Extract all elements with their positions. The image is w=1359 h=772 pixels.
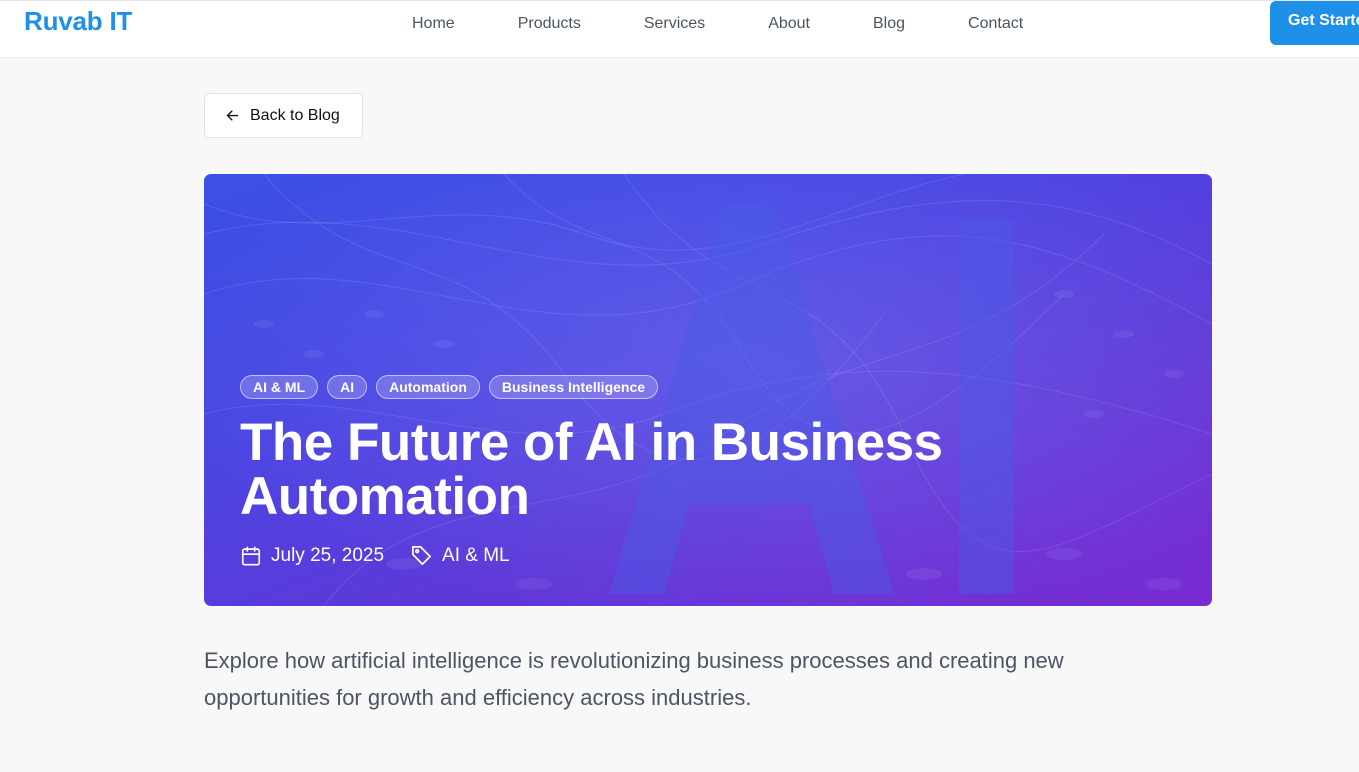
tag-icon bbox=[412, 546, 432, 565]
publish-date: July 25, 2025 bbox=[240, 545, 384, 567]
back-to-blog-button[interactable]: Back to Blog bbox=[204, 93, 363, 138]
tag-ai[interactable]: AI bbox=[327, 375, 368, 399]
tag-ai-ml[interactable]: AI & ML bbox=[240, 375, 319, 399]
category-text: AI & ML bbox=[442, 544, 510, 566]
top-navbar: Ruvab IT Home Products Services About Bl… bbox=[0, 0, 1359, 58]
publish-date-text: July 25, 2025 bbox=[271, 544, 385, 566]
hero-tags: AI & ML AI Automation Business Intellige… bbox=[240, 375, 667, 399]
site-logo[interactable]: Ruvab IT bbox=[24, 6, 132, 37]
get-started-button[interactable]: Get Started bbox=[1270, 1, 1359, 45]
back-to-blog-label: Back to Blog bbox=[250, 106, 340, 124]
nav-contact[interactable]: Contact bbox=[968, 14, 1023, 34]
tag-automation[interactable]: Automation bbox=[376, 375, 480, 399]
main-nav: Home Products Services About Blog Contac… bbox=[412, 14, 1086, 34]
article-excerpt: Explore how artificial intelligence is r… bbox=[204, 648, 1064, 710]
article-title: The Future of AI in Business Automation bbox=[240, 413, 943, 526]
nav-services[interactable]: Services bbox=[644, 14, 705, 34]
arrow-left-icon bbox=[226, 110, 239, 121]
article-meta: July 25, 2025 AI & ML bbox=[240, 544, 536, 567]
nav-home[interactable]: Home bbox=[412, 14, 455, 34]
nav-blog[interactable]: Blog bbox=[873, 14, 905, 34]
nav-products[interactable]: Products bbox=[518, 14, 581, 34]
tag-business-intelligence[interactable]: Business Intelligence bbox=[488, 375, 659, 399]
nav-about[interactable]: About bbox=[768, 14, 810, 34]
article-category: AI & ML bbox=[410, 544, 510, 567]
calendar-icon bbox=[241, 545, 261, 566]
hero-banner: AI & ML AI Automation Business Intellige… bbox=[204, 174, 1212, 606]
